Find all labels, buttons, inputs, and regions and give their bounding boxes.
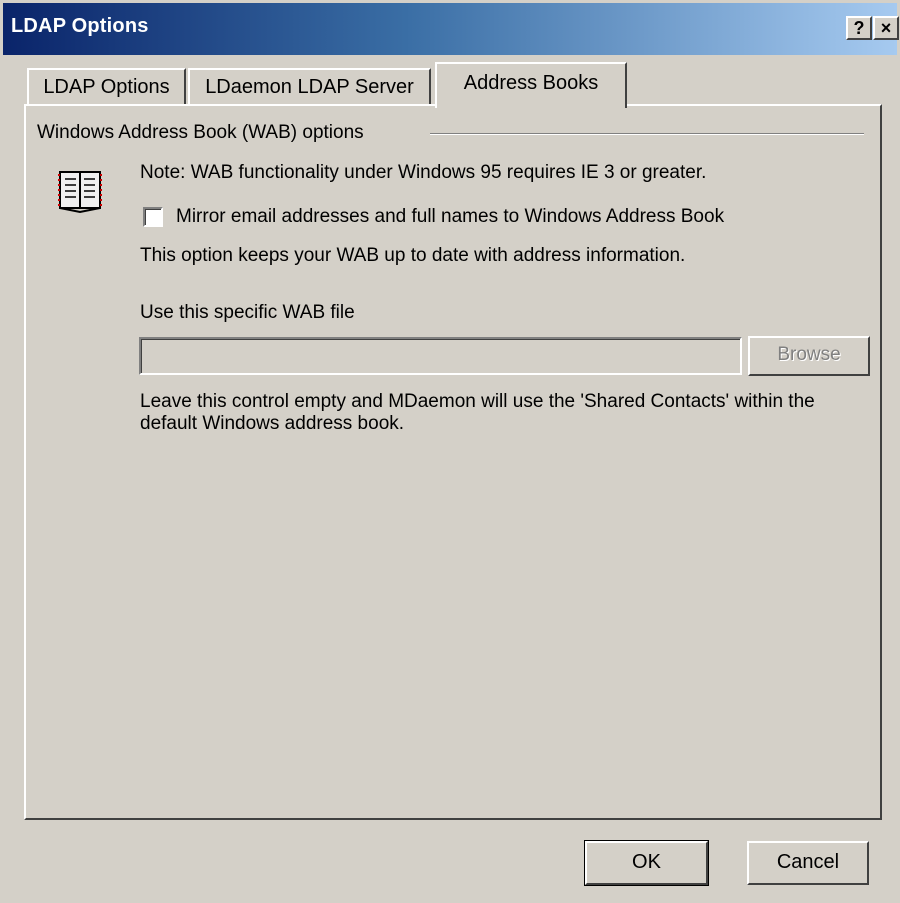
mirror-checkbox-label[interactable]: Mirror email addresses and full names to… — [176, 206, 724, 228]
ok-button[interactable]: OK — [584, 840, 709, 886]
mirror-description: This option keeps your WAB up to date wi… — [140, 245, 686, 266]
empty-file-note: Leave this control empty and MDaemon wil… — [140, 391, 815, 434]
cancel-button[interactable]: Cancel — [747, 841, 869, 885]
address-books-panel: Windows Address Book (WAB) options Note: — [24, 104, 882, 820]
help-button[interactable]: ? — [846, 16, 872, 40]
wab-file-input[interactable] — [139, 337, 742, 375]
tab-ldap-options[interactable]: LDAP Options — [27, 68, 186, 106]
wab-file-label: Use this specific WAB file — [140, 302, 355, 323]
group-divider — [430, 133, 864, 135]
close-button[interactable]: × — [873, 16, 899, 40]
window-title: LDAP Options — [11, 15, 149, 37]
title-bar[interactable]: LDAP Options ? × — [3, 3, 899, 55]
mirror-checkbox[interactable] — [143, 207, 163, 227]
wab-note: Note: WAB functionality under Windows 95… — [140, 162, 707, 183]
ldap-options-dialog: LDAP Options ? × LDAP Options LDaemon LD… — [0, 0, 900, 903]
tab-ldaemon-ldap-server[interactable]: LDaemon LDAP Server — [188, 68, 431, 106]
wab-group-title: Windows Address Book (WAB) options — [37, 122, 372, 144]
address-book-icon — [58, 171, 102, 214]
tab-address-books[interactable]: Address Books — [435, 62, 627, 108]
browse-button[interactable]: Browse — [748, 336, 870, 376]
